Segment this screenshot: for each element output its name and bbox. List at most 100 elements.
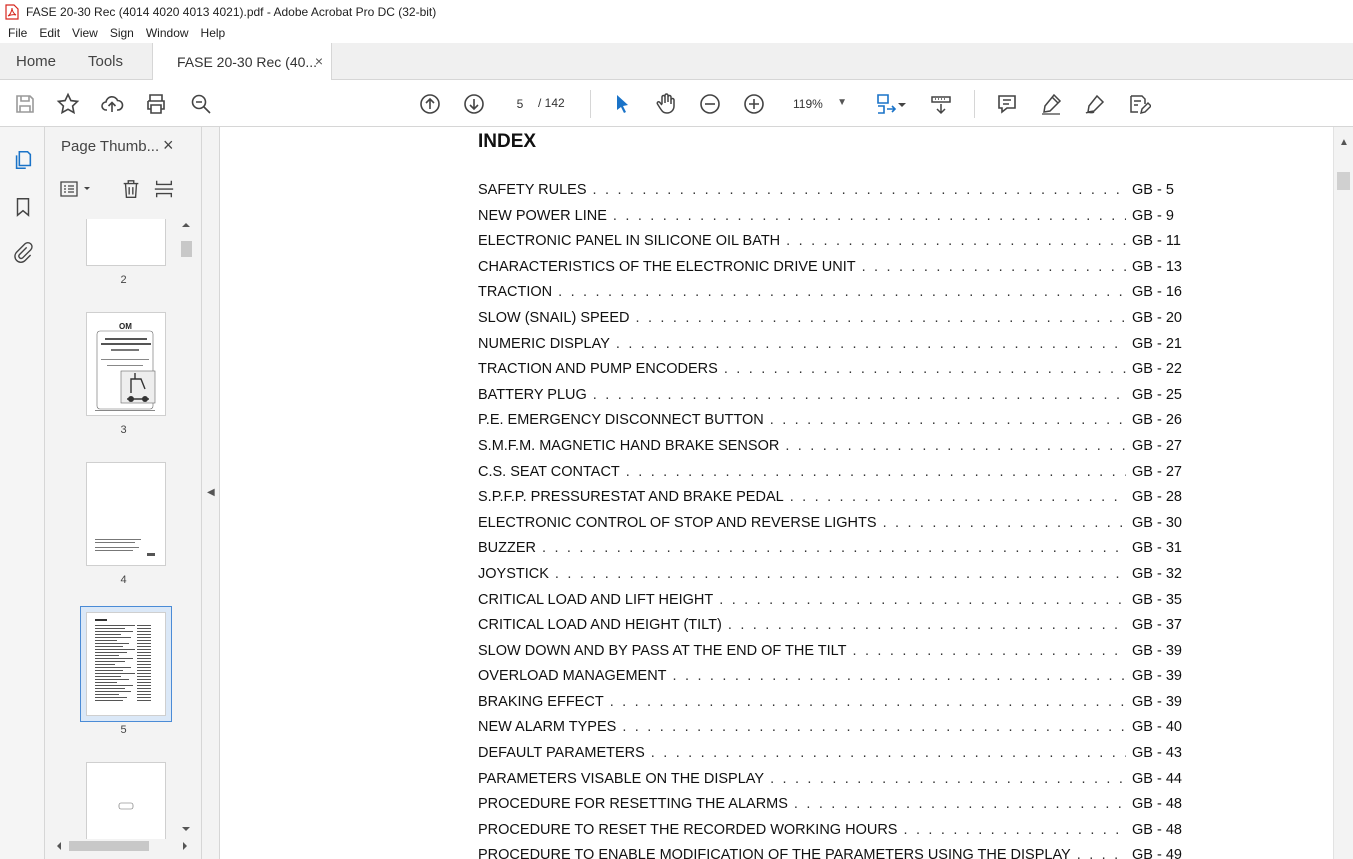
- index-entry[interactable]: C.S. SEAT CONTACT GB - 27: [478, 464, 1186, 490]
- document-view[interactable]: INDEX SAFETY RULES GB - 5 NEW POWER LINE GB…: [220, 127, 1333, 859]
- index-entry[interactable]: NUMERIC DISPLAY GB - 21: [478, 336, 1186, 362]
- thumbnail-page[interactable]: [86, 462, 166, 566]
- index-entry-leader: [673, 668, 1126, 684]
- attachment-icon[interactable]: [10, 239, 36, 265]
- index-entry[interactable]: NEW POWER LINE GB - 9: [478, 208, 1186, 234]
- hand-icon[interactable]: [653, 91, 679, 117]
- page-number-input[interactable]: 5: [507, 93, 533, 115]
- tab-home[interactable]: Home: [16, 43, 56, 80]
- index-entry[interactable]: TRACTION GB - 16: [478, 284, 1186, 310]
- index-entry[interactable]: PROCEDURE FOR RESETTING THE ALARMS GB - 4…: [478, 796, 1186, 822]
- zoom-out-icon[interactable]: [697, 91, 723, 117]
- index-entry[interactable]: SAFETY RULES GB - 5: [478, 182, 1186, 208]
- zoom-select[interactable]: 119% ▼: [783, 93, 855, 115]
- index-entry[interactable]: S.P.F.P. PRESSURESTAT AND BRAKE PEDAL GB …: [478, 489, 1186, 515]
- menu-window[interactable]: Window: [140, 26, 195, 40]
- index-entry-leader: [622, 719, 1126, 735]
- index-entry[interactable]: DEFAULT PARAMETERS GB - 43: [478, 745, 1186, 771]
- index-entry[interactable]: PROCEDURE TO ENABLE MODIFICATION OF THE …: [478, 847, 1186, 859]
- index-entry[interactable]: JOYSTICK GB - 32: [478, 566, 1186, 592]
- comment-icon[interactable]: [994, 91, 1020, 117]
- collapse-arrow-icon[interactable]: ◀: [207, 487, 215, 498]
- index-entry[interactable]: SLOW DOWN AND BY PASS AT THE END OF THE …: [478, 643, 1186, 669]
- panel-collapse-strip[interactable]: ◀: [202, 127, 220, 859]
- thumbnail-page[interactable]: [86, 762, 166, 839]
- index-entry[interactable]: BATTERY PLUG GB - 25: [478, 387, 1186, 413]
- upload-icon[interactable]: [99, 91, 125, 117]
- edit-sign-icon[interactable]: [1126, 91, 1152, 117]
- index-entry[interactable]: OVERLOAD MANAGEMENT GB - 39: [478, 668, 1186, 694]
- tab-document[interactable]: FASE 20-30 Rec (40... ×: [152, 43, 332, 81]
- menu-file[interactable]: File: [0, 26, 33, 40]
- index-entry-page: GB - 20: [1132, 309, 1182, 326]
- index-entry-page: GB - 11: [1132, 233, 1181, 250]
- index-entry-page: GB - 9: [1132, 207, 1174, 224]
- index-entry-title: P.E. EMERGENCY DISCONNECT BUTTON: [478, 412, 764, 429]
- thumbnail-label: 5: [120, 724, 127, 736]
- star-icon[interactable]: [55, 91, 81, 117]
- index-entry[interactable]: BRAKING EFFECT GB - 39: [478, 694, 1186, 720]
- print-icon[interactable]: [143, 91, 169, 117]
- index-entry[interactable]: PROCEDURE TO RESET THE RECORDED WORKING …: [478, 822, 1186, 848]
- chevron-down-icon: ▼: [837, 97, 847, 108]
- navigation-pane: [0, 127, 45, 859]
- search-zoom-icon[interactable]: [188, 91, 214, 117]
- pdf-page: INDEX SAFETY RULES GB - 5 NEW POWER LINE GB…: [220, 127, 1333, 859]
- tab-close-button[interactable]: ×: [315, 53, 323, 69]
- svg-text:OM: OM: [119, 322, 132, 331]
- index-entry[interactable]: CRITICAL LOAD AND HEIGHT (TILT) GB - 37: [478, 617, 1186, 643]
- panel-close-button[interactable]: ×: [163, 135, 174, 156]
- index-entry-leader: [728, 617, 1126, 633]
- page-total: / 142: [538, 96, 565, 110]
- document-scrollbar[interactable]: ▲: [1333, 127, 1353, 859]
- thumbnail-page[interactable]: OM: [86, 312, 166, 416]
- thumbnail-page-selected[interactable]: [86, 612, 166, 716]
- bookmark-icon[interactable]: [10, 194, 36, 220]
- chevron-down-icon[interactable]: [896, 91, 908, 117]
- index-entry-title: BUZZER: [478, 540, 536, 557]
- scroll-mode-icon[interactable]: [928, 91, 954, 117]
- page-up-icon[interactable]: [417, 91, 443, 117]
- index-entry-title: PROCEDURE TO RESET THE RECORDED WORKING …: [478, 821, 898, 838]
- index-entry[interactable]: CHARACTERISTICS OF THE ELECTRONIC DRIVE …: [478, 259, 1186, 285]
- highlight-icon[interactable]: [1038, 91, 1064, 117]
- menu-help[interactable]: Help: [195, 26, 232, 40]
- scrollbar-thumb[interactable]: [1337, 172, 1350, 190]
- scroll-up-icon[interactable]: ▲: [1339, 137, 1349, 148]
- tab-tools[interactable]: Tools: [88, 43, 123, 80]
- thumbnails-scrollbar[interactable]: [179, 219, 193, 839]
- delete-icon[interactable]: [119, 177, 143, 201]
- thumbnail-label: 4: [120, 574, 127, 586]
- select-cursor-icon[interactable]: [609, 91, 635, 117]
- page-down-icon[interactable]: [461, 91, 487, 117]
- index-entry[interactable]: PARAMETERS VISABLE ON THE DISPLAY GB - 44: [478, 771, 1186, 797]
- zoom-in-icon[interactable]: [741, 91, 767, 117]
- menu-view[interactable]: View: [66, 26, 104, 40]
- index-entry-title: CRITICAL LOAD AND LIFT HEIGHT: [478, 591, 714, 608]
- menu-sign[interactable]: Sign: [104, 26, 140, 40]
- thumbnail-options-icon[interactable]: [59, 177, 93, 201]
- index-entry[interactable]: TRACTION AND PUMP ENCODERS GB - 22: [478, 361, 1186, 387]
- index-entry-leader: [785, 438, 1126, 454]
- index-entry-page: GB - 39: [1132, 668, 1182, 685]
- index-entry[interactable]: SLOW (SNAIL) SPEED GB - 20: [478, 310, 1186, 336]
- thumbnail-page[interactable]: [86, 219, 166, 266]
- zoom-value: 119%: [793, 97, 823, 111]
- menu-edit[interactable]: Edit: [33, 26, 66, 40]
- index-entry-title: PARAMETERS VISABLE ON THE DISPLAY: [478, 770, 765, 787]
- index-entry[interactable]: P.E. EMERGENCY DISCONNECT BUTTON GB - 26: [478, 412, 1186, 438]
- index-entry[interactable]: NEW ALARM TYPES GB - 40: [478, 719, 1186, 745]
- index-entry[interactable]: ELECTRONIC PANEL IN SILICONE OIL BATH GB …: [478, 233, 1186, 259]
- save-icon[interactable]: [12, 91, 38, 117]
- index-entry-title: NEW POWER LINE: [478, 207, 607, 224]
- extract-pages-icon[interactable]: [152, 177, 176, 201]
- index-entry[interactable]: ELECTRONIC CONTROL OF STOP AND REVERSE L…: [478, 515, 1186, 541]
- page-thumbnails-icon[interactable]: [10, 147, 36, 173]
- index-entry-leader: [616, 336, 1126, 352]
- sign-icon[interactable]: [1082, 91, 1108, 117]
- index-entry[interactable]: S.M.F.M. MAGNETIC HAND BRAKE SENSOR GB - …: [478, 438, 1186, 464]
- index-entry[interactable]: CRITICAL LOAD AND LIFT HEIGHT GB - 35: [478, 592, 1186, 618]
- index-entry[interactable]: BUZZER GB - 31: [478, 540, 1186, 566]
- index-entry-title: S.P.F.P. PRESSURESTAT AND BRAKE PEDAL: [478, 489, 784, 506]
- thumbnails-hscrollbar[interactable]: [53, 838, 193, 854]
